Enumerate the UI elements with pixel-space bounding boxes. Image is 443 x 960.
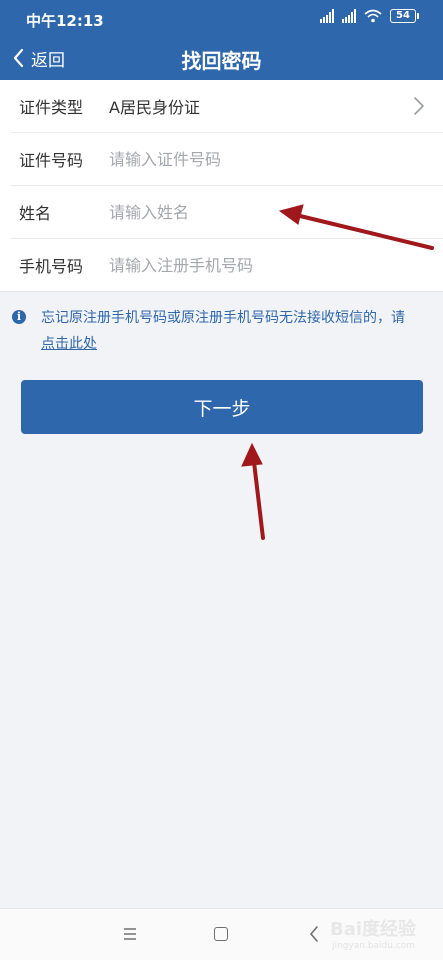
watermark-sub: jingyan.baidu.com	[332, 941, 416, 951]
phone-row: 手机号码	[0, 239, 443, 291]
back-nav-icon[interactable]	[308, 925, 320, 943]
phone-label: 手机号码	[19, 257, 84, 276]
phone-input[interactable]	[109, 255, 443, 275]
header: 中午12:13 54 返回 找回密码	[0, 0, 443, 80]
watermark-main: Bai度经验	[330, 919, 417, 940]
id-number-label: 证件号码	[19, 151, 84, 170]
id-number-row: 证件号码	[10, 133, 443, 186]
battery-level: 54	[390, 9, 416, 23]
notice: i 忘记原注册手机号码或原注册手机号码无法接收短信的，请 点击此处	[12, 305, 427, 357]
status-icons: 54	[320, 9, 419, 23]
name-input[interactable]	[109, 202, 443, 222]
next-step-button[interactable]: 下一步	[21, 380, 423, 434]
name-label: 姓名	[19, 204, 52, 223]
id-type-value: A居民身份证	[109, 98, 200, 117]
id-type-label: 证件类型	[19, 98, 84, 117]
battery-icon: 54	[390, 9, 419, 23]
notice-text: 忘记原注册手机号码或原注册手机号码无法接收短信的，请	[41, 310, 405, 326]
status-bar: 中午12:13 54	[0, 0, 443, 36]
signal-icon	[320, 9, 334, 23]
id-type-row[interactable]: 证件类型 A居民身份证	[10, 80, 443, 133]
system-nav-bar: Bai度经验 jingyan.baidu.com	[0, 908, 443, 960]
form: 证件类型 A居民身份证 证件号码 姓名 手机号码	[0, 80, 443, 292]
click-here-link[interactable]: 点击此处	[41, 336, 97, 352]
id-number-input[interactable]	[109, 149, 443, 169]
page-title: 找回密码	[181, 49, 262, 73]
info-icon: i	[12, 310, 26, 324]
home-icon[interactable]	[214, 927, 228, 941]
status-time: 中午12:13	[26, 12, 104, 30]
wifi-icon	[364, 9, 382, 23]
menu-icon[interactable]	[122, 925, 138, 943]
arrow-to-next-icon	[241, 442, 265, 540]
signal-icon	[342, 9, 356, 23]
chevron-right-icon	[414, 97, 424, 115]
nav-bar: 返回 找回密码	[0, 36, 443, 80]
watermark: Bai度经验 jingyan.baidu.com	[330, 915, 440, 959]
name-row: 姓名	[10, 186, 443, 239]
